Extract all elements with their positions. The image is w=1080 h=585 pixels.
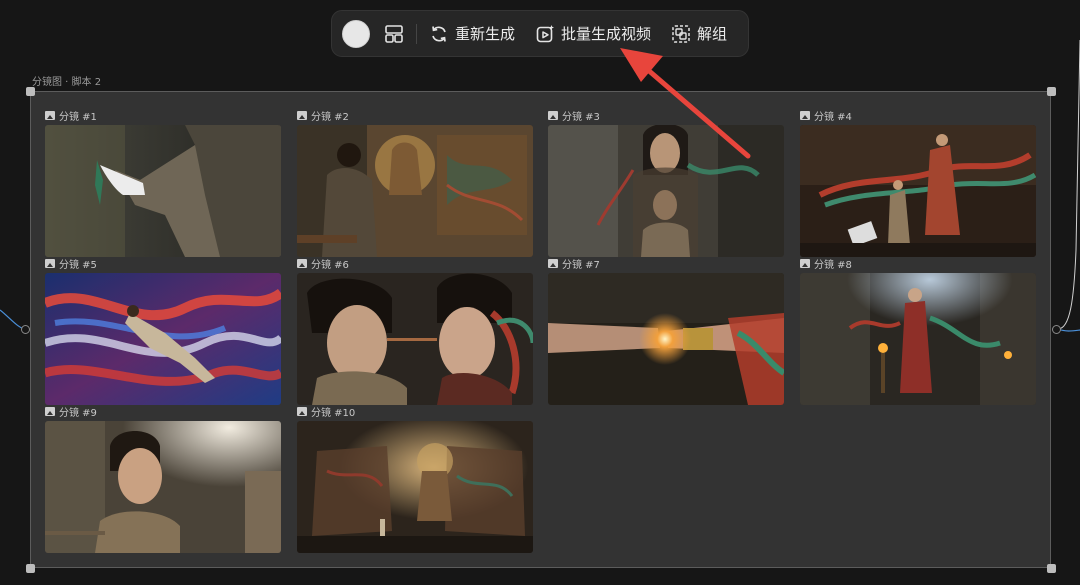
storyboard-image[interactable]: [297, 421, 533, 553]
ungroup-icon: [672, 24, 690, 43]
image-icon: [548, 110, 558, 120]
resize-handle-bottom-left[interactable]: [26, 564, 35, 573]
image-icon: [800, 258, 810, 268]
image-icon: [45, 258, 55, 268]
resize-handle-top-left[interactable]: [26, 87, 35, 96]
image-icon: [800, 110, 810, 120]
batch-generate-video-label: 批量生成视频: [561, 25, 652, 43]
storyboard-image[interactable]: [800, 273, 1036, 405]
storyboard-card-7[interactable]: 分镜 #7: [548, 256, 784, 405]
storyboard-card-10[interactable]: 分镜 #10: [297, 404, 533, 553]
card-label: 分镜 #9: [45, 404, 281, 419]
ungroup-label: 解组: [697, 25, 728, 43]
storyboard-image[interactable]: [800, 125, 1036, 257]
toolbar-divider: [416, 23, 417, 44]
card-title: 分镜 #5: [59, 259, 97, 271]
card-label: 分镜 #4: [800, 108, 1036, 123]
image-icon: [45, 406, 55, 416]
storyboard-image[interactable]: [548, 125, 784, 257]
card-label: 分镜 #5: [45, 256, 281, 271]
ungroup-button[interactable]: 解组: [671, 23, 727, 44]
resize-handle-top-right[interactable]: [1047, 87, 1056, 96]
storyboard-image[interactable]: [45, 421, 281, 553]
left-connection-point[interactable]: [21, 325, 30, 334]
image-icon: [297, 406, 307, 416]
regenerate-label: 重新生成: [455, 25, 516, 43]
refresh-icon: [432, 25, 446, 42]
layout-button[interactable]: [384, 19, 404, 49]
video-sparkle-icon: [536, 24, 555, 42]
storyboard-card-3[interactable]: 分镜 #3: [548, 108, 784, 257]
card-title: 分镜 #7: [562, 259, 600, 271]
card-label: 分镜 #3: [548, 108, 784, 123]
right-connection-point[interactable]: [1052, 325, 1061, 334]
card-title: 分镜 #1: [59, 111, 97, 123]
floating-toolbar: 重新生成 批量生成视频 解组: [331, 10, 749, 57]
card-label: 分镜 #10: [297, 404, 533, 419]
card-label: 分镜 #2: [297, 108, 533, 123]
card-title: 分镜 #10: [311, 407, 356, 419]
image-icon: [45, 110, 55, 120]
card-title: 分镜 #8: [814, 259, 852, 271]
grid-layout-icon: [385, 24, 403, 43]
storyboard-card-2[interactable]: 分镜 #2: [297, 108, 533, 257]
card-label: 分镜 #6: [297, 256, 533, 271]
card-label: 分镜 #1: [45, 108, 281, 123]
storyboard-image[interactable]: [297, 273, 533, 405]
image-icon: [297, 110, 307, 120]
card-title: 分镜 #4: [814, 111, 852, 123]
card-title: 分镜 #9: [59, 407, 97, 419]
card-title: 分镜 #6: [311, 259, 349, 271]
storyboard-image[interactable]: [45, 273, 281, 405]
storyboard-image[interactable]: [548, 273, 784, 405]
storyboard-card-5[interactable]: 分镜 #5: [45, 256, 281, 405]
card-label: 分镜 #7: [548, 256, 784, 271]
color-swatch[interactable]: [342, 19, 370, 48]
storyboard-card-8[interactable]: 分镜 #8: [800, 256, 1036, 405]
frame-title: 分镜图 · 脚本 2: [32, 77, 102, 88]
storyboard-card-9[interactable]: 分镜 #9: [45, 404, 281, 553]
image-icon: [297, 258, 307, 268]
image-icon: [548, 258, 558, 268]
storyboard-image[interactable]: [297, 125, 533, 257]
storyboard-card-1[interactable]: 分镜 #1: [45, 108, 281, 257]
resize-handle-bottom-right[interactable]: [1047, 564, 1056, 573]
regenerate-button[interactable]: 重新生成: [429, 23, 515, 44]
batch-generate-video-button[interactable]: 批量生成视频: [535, 23, 651, 44]
storyboard-image[interactable]: [45, 125, 281, 257]
card-title: 分镜 #3: [562, 111, 600, 123]
card-label: 分镜 #8: [800, 256, 1036, 271]
storyboard-card-6[interactable]: 分镜 #6: [297, 256, 533, 405]
card-title: 分镜 #2: [311, 111, 349, 123]
storyboard-card-4[interactable]: 分镜 #4: [800, 108, 1036, 257]
